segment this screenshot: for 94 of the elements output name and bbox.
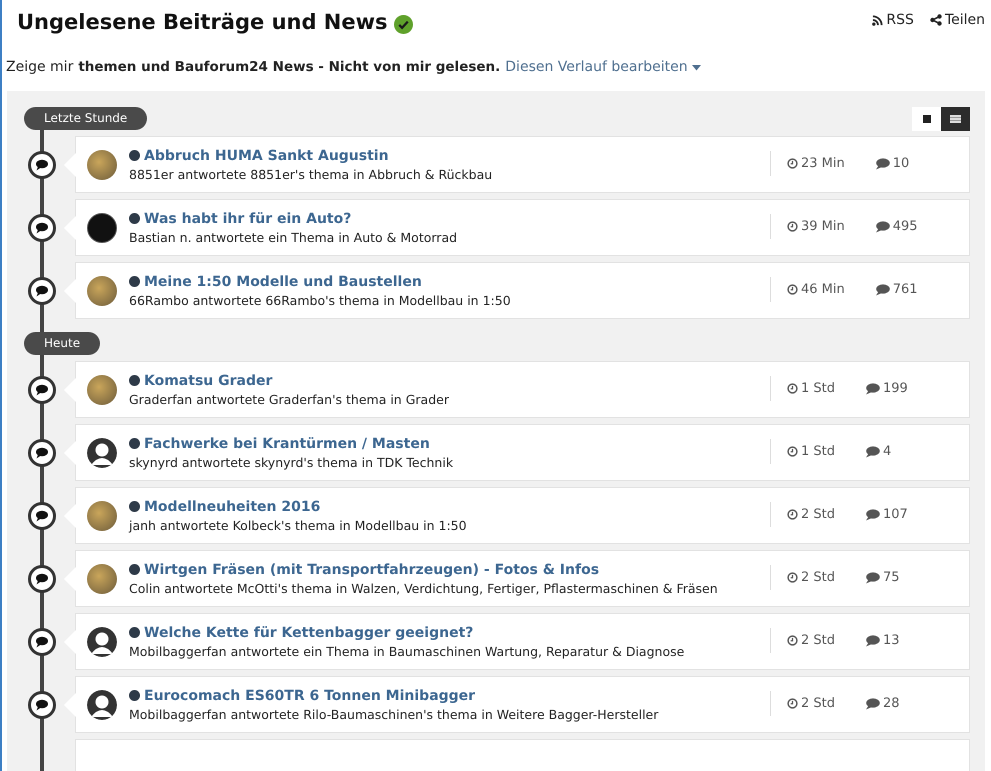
unread-dot-icon <box>129 438 140 449</box>
reply-count-text: 4 <box>883 444 892 459</box>
time-ago-text: 2 Std <box>801 633 836 648</box>
topic-activity-text: skynyrd antwortete skynyrd's thema in TDK Technik <box>129 454 454 470</box>
topic-title-link[interactable]: Was habt ihr für ein Auto? <box>144 210 352 226</box>
unread-dot-icon <box>129 276 140 287</box>
clock-icon <box>787 635 798 646</box>
topic-activity-text: Mobilbaggerfan antwortete Rilo-Baumaschinen's thema in Weitere Bagger-Hersteller <box>129 706 660 722</box>
clock-icon <box>787 698 798 709</box>
time-group-label: Heute <box>24 332 100 355</box>
topic-activity-text: Graderfan antwortete Graderfan's thema in Grader <box>129 392 450 406</box>
avatar-photo <box>87 564 117 594</box>
unread-dot-icon <box>129 627 140 638</box>
avatar-silhouette <box>87 690 117 720</box>
clock-icon <box>787 284 798 295</box>
topic-activity-text: Mobilbaggerfan antwortete ein Thema in Baumaschinen Wartung, Reparatur & Diagnose <box>129 644 686 658</box>
speech-bubble-icon <box>865 446 880 458</box>
topic-title-link[interactable]: Fachwerke bei Krantürmen / Masten <box>144 436 430 452</box>
reply-count-text: 199 <box>883 381 908 396</box>
time-ago-text: 23 Min <box>801 156 845 171</box>
unread-dot-icon <box>129 375 140 386</box>
speech-bubble-icon <box>865 508 880 520</box>
time-ago-text: 39 Min <box>801 219 845 234</box>
reply-count-text: 75 <box>883 570 900 585</box>
speech-bubble-icon <box>865 634 880 646</box>
speech-bubble-icon <box>874 284 890 296</box>
avatar-silhouette <box>87 438 117 468</box>
topic-title-link[interactable]: Modellneuheiten 2016 <box>144 498 320 514</box>
rss-icon <box>872 14 884 26</box>
rss-link[interactable]: RSS <box>872 12 914 28</box>
speech-bubble-icon <box>28 376 56 404</box>
speech-bubble-icon <box>865 572 880 584</box>
time-ago-text: 2 Std <box>801 507 836 522</box>
speech-bubble-icon <box>28 276 56 304</box>
avatar-photo <box>87 374 117 404</box>
expanded-view-button[interactable] <box>941 106 970 130</box>
avatar-silhouette <box>87 626 117 656</box>
speech-bubble-icon <box>28 564 56 592</box>
avatar-photo <box>87 500 117 530</box>
time-ago-text: 2 Std <box>801 570 836 585</box>
speech-bubble-icon <box>28 628 56 656</box>
topic-activity-text: 66Rambo antwortete 66Rambo's thema in Modellbau in 1:50 <box>129 292 512 308</box>
speech-bubble-icon <box>28 150 56 178</box>
share-link[interactable]: Teilen <box>930 12 985 28</box>
page-title: Ungelesene Beiträge und News <box>17 10 388 34</box>
clock-icon <box>787 221 798 232</box>
topic-title-link[interactable]: Meine 1:50 Modelle und Baustellen <box>144 274 422 290</box>
speech-bubble-icon <box>865 698 880 710</box>
condensed-view-button[interactable] <box>912 106 941 130</box>
unread-dot-icon <box>129 501 140 512</box>
share-icon <box>930 14 942 26</box>
reply-count-text: 10 <box>892 156 910 171</box>
reply-count-text: 28 <box>883 696 900 711</box>
topic-activity-text: 8851er antwortete 8851er's thema in Abbruch & Rückbau <box>129 166 494 182</box>
filter-value: themen und Bauforum24 News - Nicht von mir gelesen. <box>78 59 500 75</box>
speech-bubble-icon <box>28 438 56 466</box>
clock-icon <box>787 158 798 169</box>
clock-icon <box>787 383 798 394</box>
edit-filter-link[interactable]: Diesen Verlauf bearbeiten <box>505 59 702 75</box>
avatar-photo <box>87 276 117 306</box>
topic-title-link[interactable]: Wirtgen Fräsen (mit Transportfahrzeugen) - Fotos & Infos <box>144 562 600 578</box>
unread-dot-icon <box>129 150 140 161</box>
avatar-photo <box>87 212 117 242</box>
speech-bubble-icon <box>865 382 880 394</box>
clock-icon <box>787 509 798 520</box>
topic-activity-text: Bastian n. antwortete ein Thema in Auto & Motorrad <box>129 230 458 244</box>
avatar-photo <box>87 150 117 180</box>
topic-title-link[interactable]: Abbruch HUMA Sankt Augustin <box>144 148 389 164</box>
speech-bubble-icon <box>874 158 890 170</box>
reply-count-text: 495 <box>892 219 918 234</box>
topic-title-link[interactable]: Welche Kette für Kettenbagger geeignet? <box>144 624 474 640</box>
filter-label: Zeige mir <box>6 59 74 75</box>
speech-bubble-icon <box>874 220 890 232</box>
topic-title-link[interactable]: Eurocomach ES60TR 6 Tonnen Minibagger <box>144 688 476 704</box>
time-ago-text: 46 Min <box>801 282 845 297</box>
clock-icon <box>787 572 798 583</box>
time-ago-text: 1 Std <box>801 381 836 396</box>
unread-dot-icon <box>129 564 140 575</box>
topic-activity-text: Colin antwortete McOtti's thema in Walzen, Verdichtung, Fertiger, Pflastermaschinen & Fräsen <box>129 580 719 596</box>
time-ago-text: 2 Std <box>801 696 836 711</box>
unread-dot-icon <box>129 213 140 224</box>
clock-icon <box>787 446 798 457</box>
time-group-label: Letzte Stunde <box>24 107 148 130</box>
reply-count-text: 761 <box>892 282 918 297</box>
unread-dot-icon <box>129 690 140 701</box>
caret-icon <box>692 65 702 71</box>
speech-bubble-icon <box>28 690 56 718</box>
topic-title-link[interactable]: Komatsu Grader <box>144 372 272 388</box>
time-ago-text: 1 Std <box>801 444 836 459</box>
topic-activity-text: janh antwortete Kolbeck's thema in Modellbau in 1:50 <box>129 518 468 532</box>
speech-bubble-icon <box>28 214 56 242</box>
speech-bubble-icon <box>28 502 56 530</box>
reply-count-text: 107 <box>883 507 908 522</box>
reply-count-text: 13 <box>883 633 900 648</box>
